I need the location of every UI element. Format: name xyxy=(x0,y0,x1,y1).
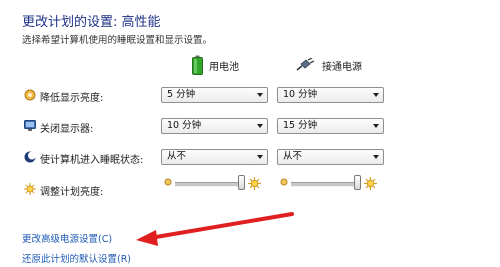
annotation-arrow xyxy=(136,212,294,246)
